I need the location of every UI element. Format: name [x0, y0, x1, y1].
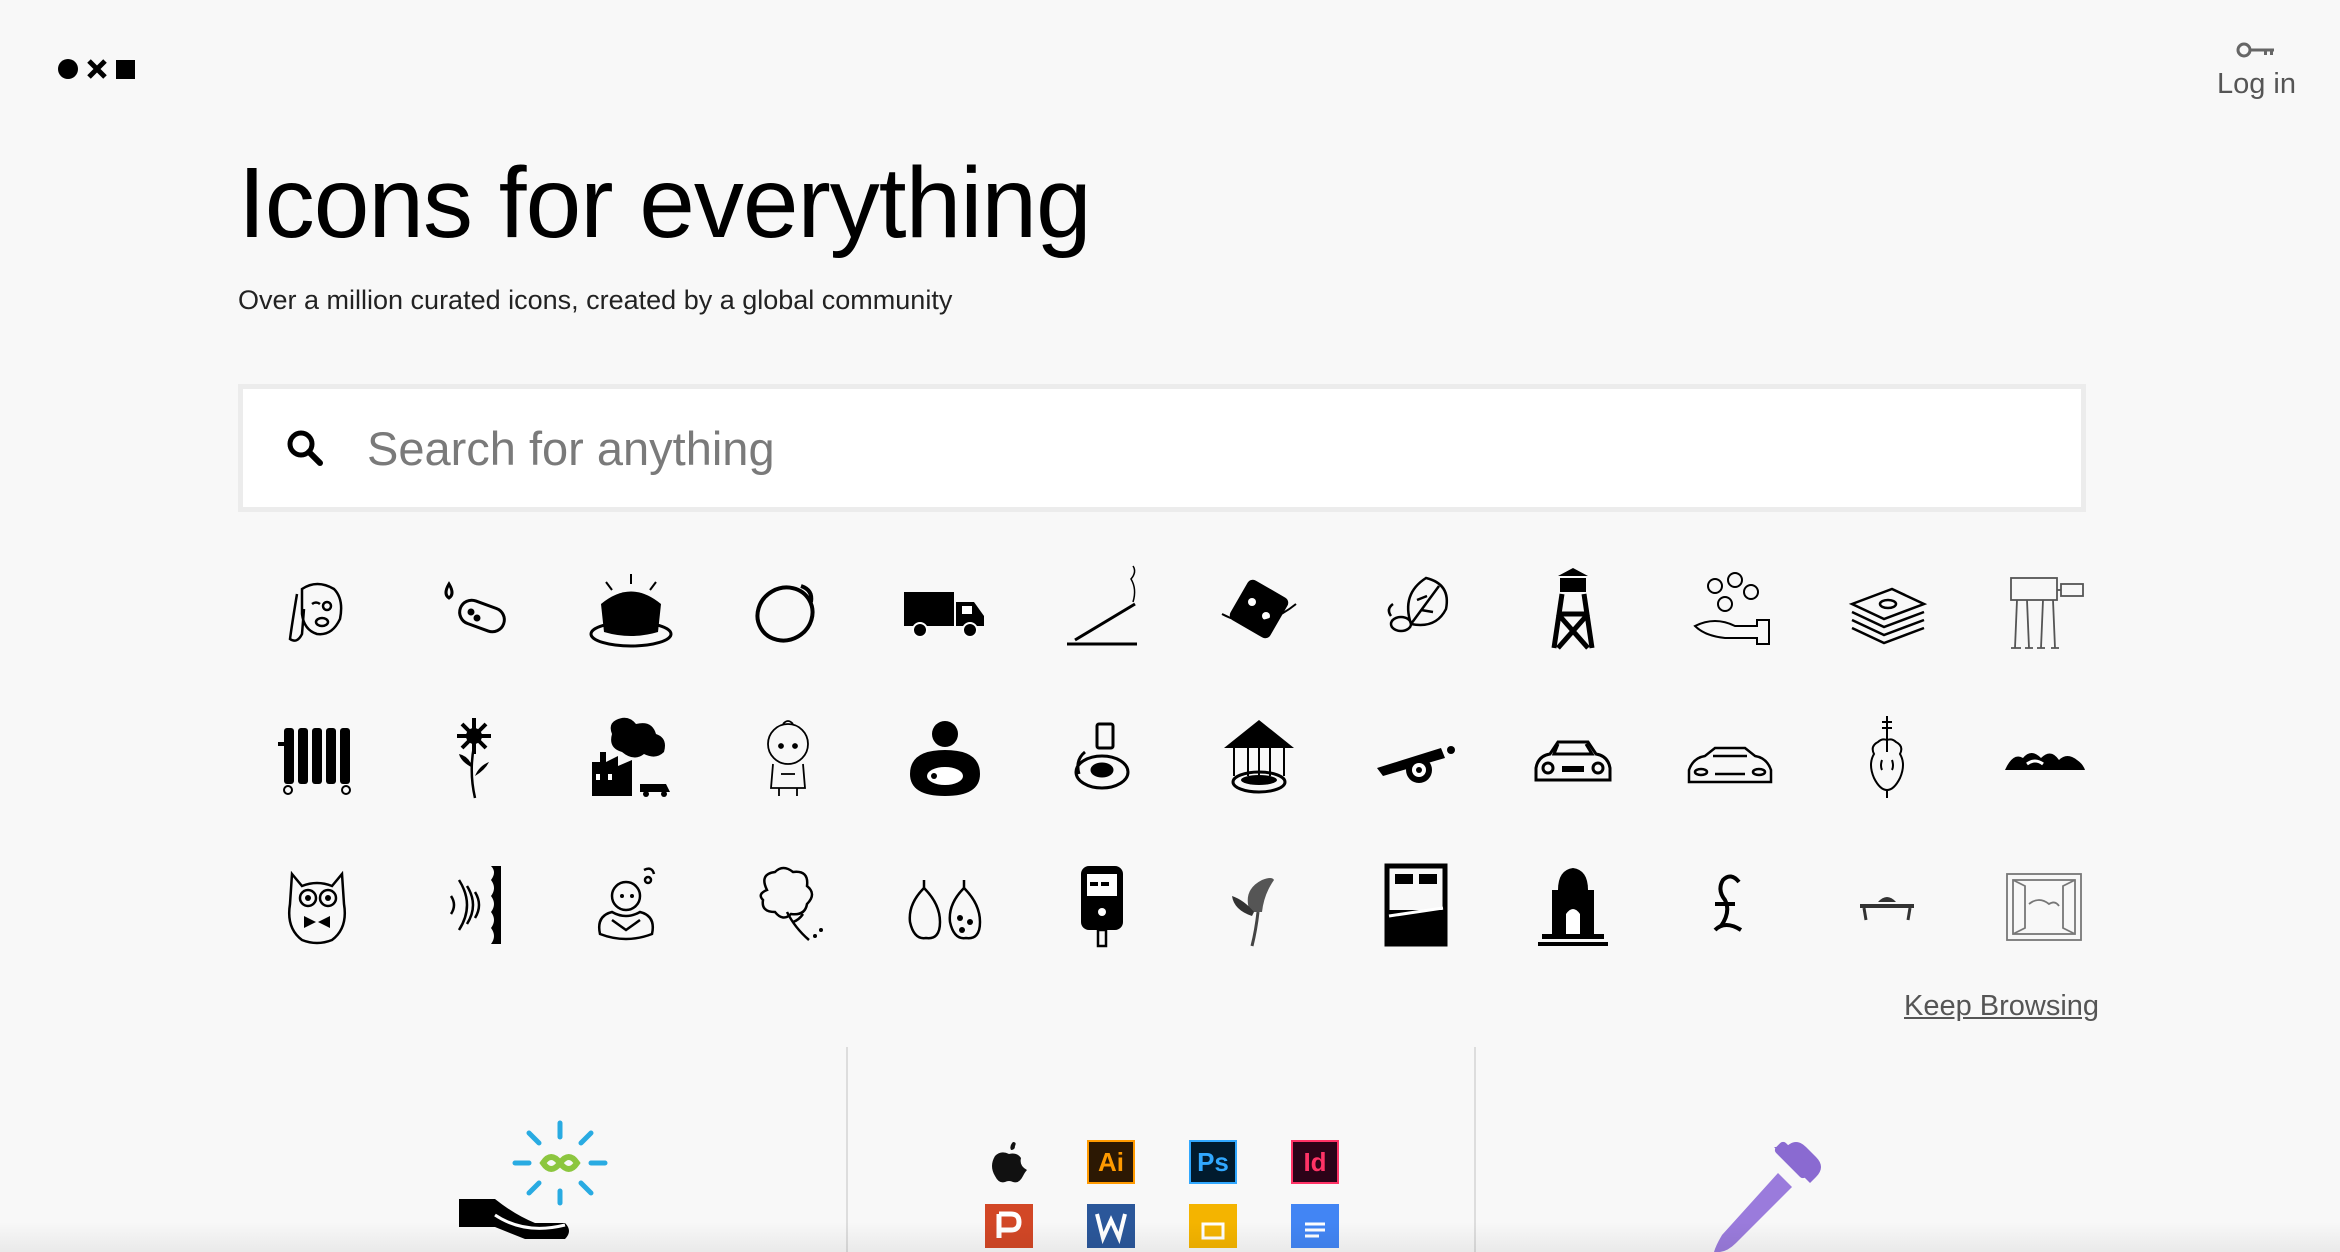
key-icon — [2236, 42, 2275, 58]
cello-icon — [1869, 716, 1904, 798]
mosque-gate-icon — [1537, 868, 1608, 946]
circle-icon — [58, 59, 78, 79]
icon-cell[interactable] — [709, 535, 866, 683]
icon-cell[interactable] — [1023, 683, 1180, 831]
icon-cell[interactable] — [866, 535, 1023, 683]
icon-cell[interactable] — [866, 831, 1023, 979]
icon-cell[interactable] — [866, 683, 1023, 831]
pound-sign-icon — [1713, 874, 1742, 932]
icon-cell[interactable] — [552, 535, 709, 683]
icon-cell[interactable] — [1651, 831, 1808, 979]
child-reading-icon — [597, 867, 655, 941]
indesign-icon: Id — [1291, 1140, 1339, 1184]
delivery-truck-icon — [903, 592, 984, 638]
icon-cell[interactable] — [1651, 535, 1808, 683]
radiator-icon — [277, 728, 351, 795]
icon-cell[interactable] — [238, 683, 395, 831]
vintage-car-icon — [1534, 740, 1611, 782]
icon-cell[interactable] — [1023, 831, 1180, 979]
icon-cell[interactable] — [552, 831, 709, 979]
search-input[interactable] — [365, 419, 1969, 477]
owl-icon — [287, 870, 346, 945]
icon-cell[interactable] — [1651, 683, 1808, 831]
icon-cell[interactable] — [1023, 535, 1180, 683]
baby-icon — [766, 720, 809, 796]
bundt-cake-icon — [589, 574, 672, 648]
icon-cell[interactable] — [395, 535, 552, 683]
fruit-icon — [754, 584, 815, 643]
sports-car-icon — [1687, 746, 1772, 784]
table-food-icon — [1859, 897, 1914, 921]
watchtower-icon — [1551, 568, 1594, 650]
icon-cell[interactable] — [1180, 683, 1337, 831]
icon-cell[interactable] — [1494, 683, 1651, 831]
icon-cell[interactable] — [1337, 535, 1494, 683]
icon-cell[interactable] — [238, 535, 395, 683]
bottom-shade — [0, 1222, 2340, 1252]
logo[interactable] — [58, 58, 135, 80]
bed-icon — [1384, 863, 1447, 947]
carousel-icon — [1223, 720, 1294, 794]
cannon-icon — [1376, 746, 1455, 783]
dog-icon — [288, 582, 342, 642]
login-label: Log in — [2216, 68, 2296, 100]
icon-cell[interactable] — [1965, 535, 2122, 683]
icon-cell[interactable] — [1337, 683, 1494, 831]
fig-icon — [908, 880, 981, 940]
login-link[interactable]: Log in — [2217, 40, 2296, 101]
icon-cell[interactable] — [1808, 831, 1965, 979]
icon-cell[interactable] — [552, 683, 709, 831]
x-icon — [87, 59, 107, 79]
person-lifebuoy-icon — [909, 721, 980, 796]
page-subtitle: Over a million curated icons, created by… — [238, 285, 953, 315]
icon-cell[interactable] — [1808, 683, 1965, 831]
icon-cell[interactable] — [709, 683, 866, 831]
icon-grid — [238, 535, 2086, 979]
money-stack-icon — [1848, 587, 1927, 645]
window-icon — [2005, 873, 2082, 941]
icon-cell[interactable] — [1494, 831, 1651, 979]
glucose-meter-icon — [1080, 866, 1123, 948]
sunflower-icon — [456, 718, 491, 799]
leaf-icon — [1387, 576, 1448, 633]
toilet-paper-icon — [1074, 722, 1129, 790]
at-at-walker-icon — [2009, 577, 2084, 649]
icon-cell[interactable] — [1337, 831, 1494, 979]
sound-wave-wall-icon — [449, 866, 501, 944]
factory-pollution-icon — [591, 717, 670, 797]
icon-cell[interactable] — [1965, 683, 2122, 831]
mountains-icon — [2004, 753, 2085, 770]
page-title: Icons for everything — [238, 147, 1092, 259]
coins-hand-icon — [1692, 572, 1770, 645]
icon-cell[interactable] — [1808, 535, 1965, 683]
calla-lily-icon — [1231, 878, 1274, 947]
icon-cell[interactable] — [709, 831, 866, 979]
broccoli-icon — [759, 866, 823, 941]
dice-icon — [1221, 579, 1297, 639]
icon-cell[interactable] — [238, 831, 395, 979]
apple-icon — [985, 1140, 1033, 1184]
incense-stick-icon — [1066, 565, 1137, 646]
icon-cell[interactable] — [1965, 831, 2122, 979]
icon-cell[interactable] — [395, 831, 552, 979]
icon-cell[interactable] — [1494, 535, 1651, 683]
bandage-icon — [444, 581, 506, 634]
illustrator-icon: Ai — [1087, 1140, 1135, 1184]
search-icon[interactable] — [285, 428, 325, 468]
search-bar[interactable] — [238, 384, 2086, 512]
icon-cell[interactable] — [395, 683, 552, 831]
square-icon — [116, 59, 135, 79]
keep-browsing-link[interactable]: Keep Browsing — [1904, 990, 2099, 1023]
icon-cell[interactable] — [1180, 831, 1337, 979]
icon-cell[interactable] — [1180, 535, 1337, 683]
photoshop-icon: Ps — [1189, 1140, 1237, 1184]
